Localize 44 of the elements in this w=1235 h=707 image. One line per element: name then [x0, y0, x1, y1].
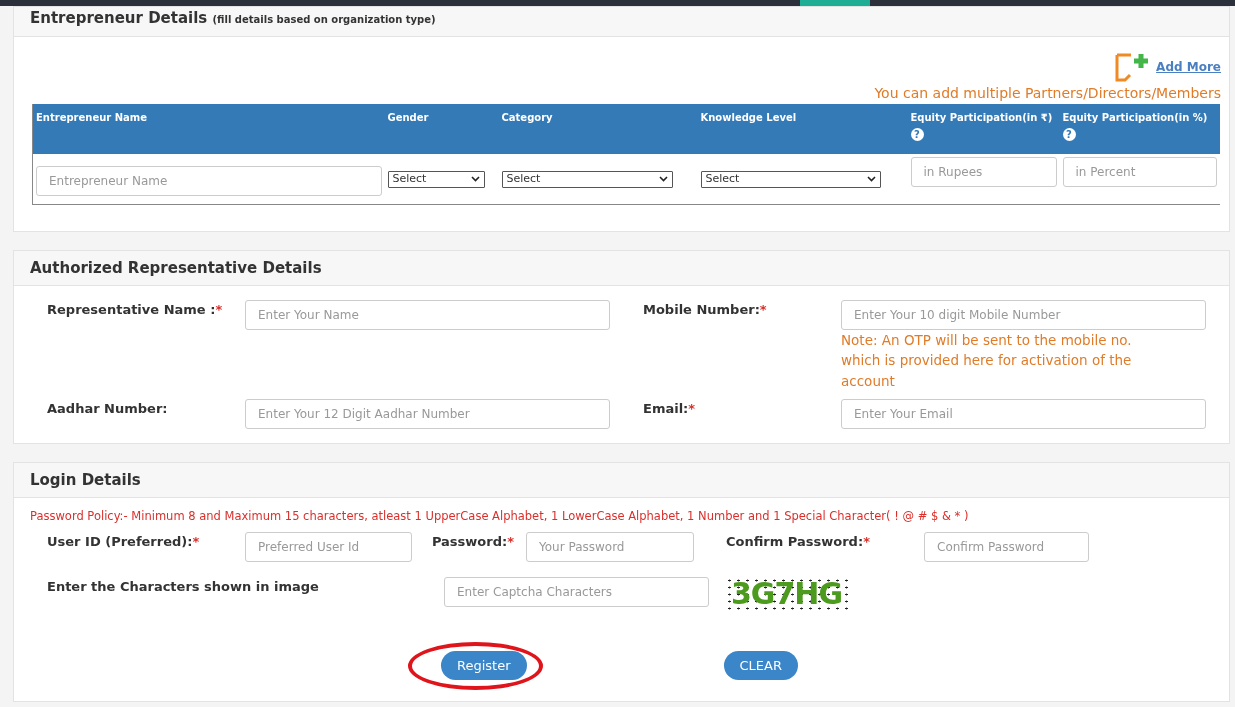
note-text: Note: An OTP will be sent to the mobile no. which is provided here for activation of the account — [841, 331, 1133, 391]
column-header: Knowledge Level — [700, 110, 798, 125]
active-step-indicator — [800, 0, 870, 6]
section-title: Authorized Representative Details — [14, 250, 1229, 286]
chevron-down-icon — [866, 175, 876, 182]
hint-text: You can add multiple Partners/Directors/Members — [874, 83, 1221, 103]
column-header: Category — [501, 110, 554, 125]
field-label: Email:* — [643, 399, 697, 418]
select-dropdown[interactable]: Select — [700, 170, 881, 188]
text-input[interactable]: Enter Your Email — [841, 398, 1206, 429]
column-header: Equity Participation(in ₹) — [910, 110, 1054, 125]
text-input[interactable]: in Rupees — [910, 156, 1057, 187]
chevron-down-icon — [658, 175, 668, 182]
field-label: Representative Name :* — [47, 301, 224, 319]
select-dropdown[interactable]: Select — [387, 170, 485, 188]
add-more-link[interactable]: Add More — [1156, 57, 1221, 76]
text-input[interactable]: Enter Captcha Characters — [444, 576, 709, 607]
chevron-down-icon — [470, 175, 480, 182]
captcha-image: 3G7HG — [725, 576, 849, 611]
text-input[interactable]: Enter Your 10 digit Mobile Number — [841, 300, 1206, 330]
text-input[interactable]: Preferred User Id — [245, 531, 412, 562]
action-button[interactable]: CLEAR — [723, 650, 798, 680]
text-input[interactable]: Confirm Password — [924, 531, 1089, 562]
section-title: Entrepreneur Details (fill details based on organization type) — [14, 7, 1229, 37]
field-label: User ID (Preferred):* — [47, 532, 201, 551]
column-header: Gender — [387, 110, 430, 125]
text-input[interactable]: Enter Your 12 Digit Aadhar Number — [245, 398, 610, 429]
select-dropdown[interactable]: Select — [501, 170, 673, 188]
field-label: Password:* — [430, 532, 515, 551]
text-input[interactable]: in Percent — [1062, 156, 1217, 187]
column-header: Equity Participation(in %) — [1062, 110, 1209, 125]
text-input[interactable]: Your Password — [526, 531, 694, 562]
help-icon[interactable]: ? — [1062, 127, 1076, 141]
field-label: Aadhar Number: — [47, 399, 169, 418]
text-input[interactable]: Entrepreneur Name — [36, 165, 382, 196]
section-title: Login Details — [14, 462, 1229, 499]
password-policy-text: Password Policy:- Minimum 8 and Maximum 15 characters, atleast 1 UpperCase Alphabet, 1 LowerCase Alphabet, 1 Number and 1 Special Character( ! @ # $ & * ) — [29, 508, 970, 526]
field-label: Enter the Characters shown in image — [47, 577, 320, 596]
field-label: Confirm Password:* — [726, 532, 871, 551]
action-button[interactable]: Register — [441, 650, 527, 680]
field-label: Mobile Number:* — [643, 301, 768, 319]
column-header: Entrepreneur Name — [36, 110, 149, 125]
text-input[interactable]: Enter Your Name — [245, 300, 610, 330]
help-icon[interactable]: ? — [910, 127, 924, 141]
